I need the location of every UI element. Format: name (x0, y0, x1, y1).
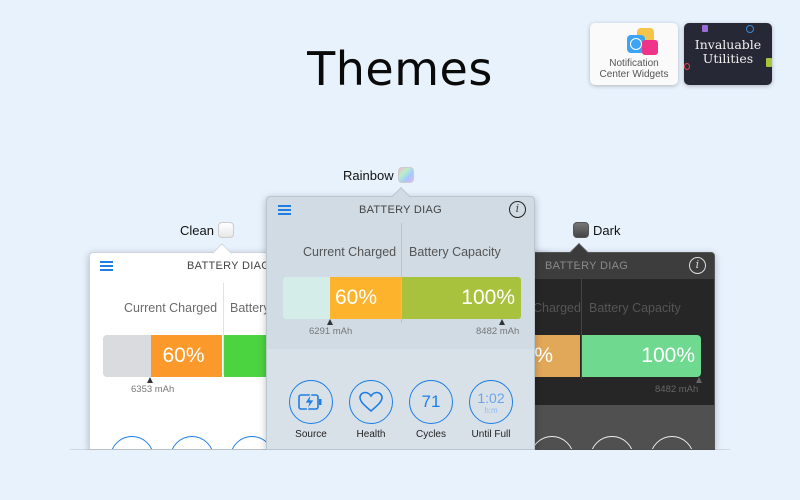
app-title: BATTERY DIAG (187, 260, 271, 272)
calendar-widget-icon (642, 40, 658, 55)
charged-segment: 60% (330, 277, 401, 319)
stat-label: Cycles (415, 429, 446, 440)
health-button[interactable] (349, 380, 393, 424)
charged-mah: 6291 mAh (309, 326, 353, 337)
stat-label: Health (356, 429, 386, 440)
capacity-marker-icon (696, 377, 702, 383)
dark-theme-preview: BATTERY DIAG i Charged Battery Capacity … (530, 252, 715, 450)
promo-label-line1: Invaluable (694, 37, 762, 52)
theme-label-rainbow[interactable]: Rainbow (343, 167, 414, 183)
capacity-marker-icon (499, 319, 505, 325)
charged-segment: 60% (151, 335, 222, 377)
promo-label-line2: Utilities (702, 51, 754, 66)
promo-label-line1: Notification (609, 58, 659, 69)
until-full-button[interactable]: 1:02 h:m (469, 380, 513, 424)
capacity-percent: 100% (641, 344, 695, 367)
page-title: Themes (307, 42, 493, 96)
rainbow-swatch-icon (397, 167, 414, 183)
app-title: BATTERY DIAG (545, 260, 629, 272)
cycles-button[interactable]: 71 (409, 380, 453, 424)
theme-label-dark[interactable]: Dark (573, 222, 620, 238)
theme-name: Rainbow (343, 167, 394, 183)
info-icon[interactable]: i (689, 257, 706, 274)
theme-label-clean[interactable]: Clean (180, 222, 234, 238)
capacity-segment: 100% (582, 335, 701, 377)
theme-name: Dark (593, 222, 621, 238)
stat-circle[interactable] (110, 436, 154, 449)
capacity-mah: 8482 mAh (655, 384, 699, 395)
cycles-value: 71 (421, 392, 441, 411)
stat-label: Until Full (471, 429, 511, 440)
stat-circle[interactable] (170, 436, 214, 449)
current-charged-label: Current Charged (303, 245, 397, 259)
charged-percent: 60% (335, 286, 378, 309)
calculator-icon (702, 25, 708, 32)
empty-segment (283, 277, 330, 319)
compass-icon (746, 25, 754, 33)
charge-marker-icon (327, 319, 333, 325)
charged-mah: 6353 mAh (131, 384, 175, 395)
menu-icon[interactable] (100, 261, 113, 271)
dark-swatch-icon (573, 222, 589, 238)
current-charged-label: Charged (533, 301, 581, 315)
until-full-unit: h:m (484, 406, 498, 415)
heart-icon (359, 391, 383, 413)
charged-percent: 60% (162, 344, 205, 367)
info-icon[interactable]: i (509, 201, 526, 218)
promo-label-line2: Center Widgets (599, 69, 669, 80)
battery-charging-icon (298, 393, 322, 411)
notification-center-widgets-promo[interactable]: Notification Center Widgets (590, 23, 678, 85)
until-full-value: 1:02 (477, 390, 505, 406)
capacity-mah: 8482 mAh (476, 326, 520, 337)
source-button[interactable] (289, 380, 333, 424)
battery-capacity-label: Battery Capacity (589, 301, 681, 315)
charge-marker-icon (147, 377, 153, 383)
capacity-segment: 100% (402, 277, 521, 319)
clean-swatch-icon (217, 222, 234, 238)
menu-icon[interactable] (278, 205, 291, 215)
stat-label: Source (295, 429, 327, 440)
empty-segment (103, 335, 151, 377)
rainbow-theme-preview: BATTERY DIAG i Current Charged Battery C… (266, 196, 535, 450)
invaluable-utilities-promo[interactable]: Invaluable Utilities (684, 23, 772, 85)
capacity-percent: 100% (461, 286, 515, 309)
current-charged-label: Current Charged (124, 301, 218, 315)
theme-name: Clean (180, 222, 214, 238)
battery-capacity-label: Battery Capacity (409, 245, 501, 259)
charged-segment: 60% (531, 335, 580, 377)
